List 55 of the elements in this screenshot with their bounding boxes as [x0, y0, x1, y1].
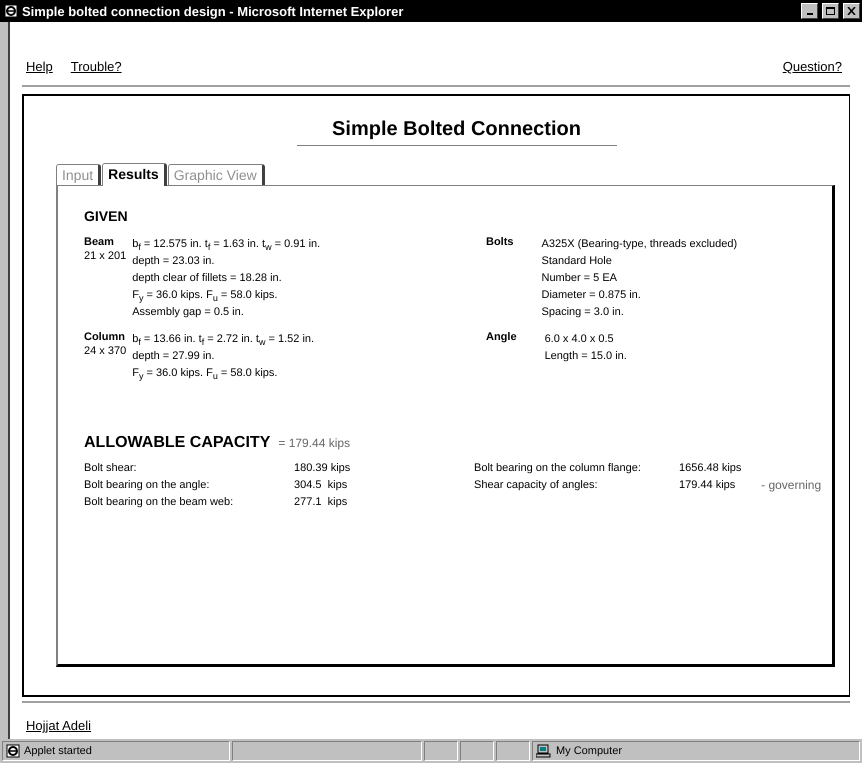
- member-name: Beam: [84, 236, 115, 248]
- capacity-label: Shear capacity of angles:: [474, 478, 599, 493]
- property-text: Number = 5 EA: [542, 271, 618, 286]
- computer-icon: [536, 744, 552, 758]
- capacity-label: Bolt bearing on the angle:: [84, 478, 210, 493]
- member-name: Bolts: [486, 236, 514, 250]
- property-text: Standard Hole: [542, 254, 613, 269]
- property-text: Length = 15.0 in.: [544, 349, 628, 364]
- capacity-label: Bolt bearing on the beam web:: [84, 495, 234, 510]
- member-name: Angle: [486, 331, 517, 345]
- capacity-value: 1656.48 kips: [679, 461, 742, 476]
- help-link[interactable]: Trouble?: [70, 59, 122, 74]
- maximize-icon: [826, 7, 835, 15]
- property-text: b$_{f}$ = 12.575 in. t$_{f}$ = 1.63 in. t$_{w}$ = 0.91 in.: [132, 237, 322, 253]
- member-name: Column: [84, 331, 126, 343]
- property-text: A325X (Bearing-type, threads excluded): [542, 237, 738, 252]
- capacity-value: 277.1 kips: [294, 495, 348, 510]
- status-text: Applet started: [24, 745, 92, 757]
- property-text: b$_{f}$ = 13.66 in. t$_{f}$ = 2.72 in. t$_{w}$ = 1.52 in.: [132, 332, 316, 348]
- capacity-value: 179.44 kips: [679, 478, 736, 493]
- capacity-value: 304.5 kips: [294, 478, 348, 493]
- property-text: depth clear of fillets = 18.28 in.: [132, 271, 283, 286]
- close-icon: [847, 7, 856, 15]
- page-heading: Simple Bolted Connection: [296, 96, 616, 146]
- property-text: depth = 27.99 in.: [132, 349, 216, 364]
- zone-text: My Computer: [556, 745, 622, 757]
- capacity-label: Bolt shear:: [84, 461, 138, 476]
- property-text: F$_{y}$ = 36.0 kips. F$_{u}$ = 58.0 kips.: [132, 288, 278, 304]
- author-link[interactable]: Hojjat Adeli: [26, 718, 92, 733]
- window-title: Simple bolted connection design - Microsoft Internet Explorer: [22, 4, 404, 18]
- property-text: depth = 23.03 in.: [132, 254, 216, 269]
- status-pane: [460, 741, 494, 761]
- capacity-label: Bolt bearing on the column flange:: [474, 461, 642, 476]
- section-title: ALLOWABLE CAPACITY: [84, 434, 270, 452]
- governing-note: - governing: [761, 477, 822, 494]
- member-size: 24 x 370: [84, 344, 126, 359]
- capacity-value: 180.39 kips: [294, 461, 352, 476]
- help-link[interactable]: Help: [26, 59, 53, 74]
- property-text: F$_{y}$ = 36.0 kips. F$_{u}$ = 58.0 kips.: [132, 366, 278, 382]
- status-pane: [424, 741, 458, 761]
- property-text: 6.0 x 4.0 x 0.5: [544, 332, 615, 347]
- tab[interactable]: Results: [102, 163, 167, 186]
- property-text: Assembly gap = 0.5 in.: [132, 305, 245, 320]
- property-text: Diameter = 0.875 in.: [542, 288, 642, 303]
- status-pane: [496, 741, 530, 761]
- capacity-total: = 179.44 kips: [278, 436, 350, 450]
- property-text: Spacing = 3.0 in.: [542, 305, 625, 320]
- minimize-button[interactable]: [801, 3, 818, 19]
- close-button[interactable]: [843, 3, 860, 19]
- member-size: 21 x 201: [84, 249, 126, 264]
- maximize-button[interactable]: [822, 3, 839, 19]
- browser-icon: [4, 4, 18, 18]
- question-link[interactable]: Question?: [782, 59, 842, 74]
- browser-icon: [6, 744, 20, 758]
- section-title: GIVEN: [84, 208, 129, 224]
